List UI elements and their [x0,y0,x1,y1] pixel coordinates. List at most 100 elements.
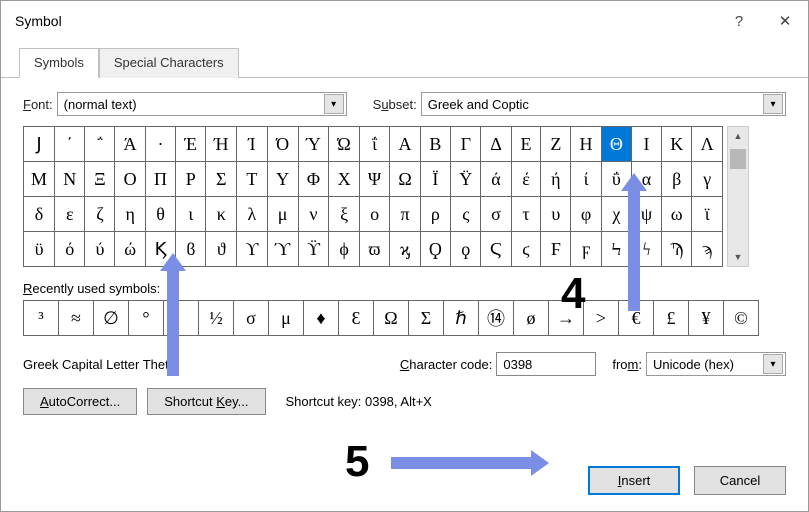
char-cell[interactable]: Β [420,127,450,162]
char-cell[interactable]: λ [237,197,267,232]
char-cell[interactable]: ϒ [237,232,267,267]
char-cell[interactable]: ϖ [359,232,389,267]
char-cell[interactable]: χ [601,197,631,232]
recent-cell[interactable]: ³ [24,301,59,336]
char-cell[interactable]: Ί [237,127,267,162]
recent-cell[interactable]: > [584,301,619,336]
scroll-up-icon[interactable]: ▲ [728,127,748,145]
char-cell[interactable]: Χ [329,162,359,197]
char-cell[interactable]: Λ [692,127,723,162]
recent-cell[interactable]: £ [654,301,689,336]
char-cell[interactable]: ϡ [692,232,723,267]
insert-button[interactable]: Insert [588,466,680,495]
help-button[interactable]: ? [716,1,762,41]
char-cell[interactable]: Ϝ [541,232,571,267]
autocorrect-button[interactable]: AutoCorrect... [23,388,137,415]
char-cell[interactable]: ό [55,232,85,267]
recent-cell[interactable]: ≈ [59,301,94,336]
char-cell[interactable]: Π [145,162,175,197]
char-cell[interactable]: Φ [298,162,329,197]
scroll-track[interactable] [728,145,748,248]
from-select[interactable]: Unicode (hex) ▾ [646,352,786,376]
char-cell[interactable]: Γ [451,127,481,162]
char-cell[interactable]: ϗ [390,232,420,267]
char-cell[interactable]: έ [511,162,541,197]
charcode-input[interactable] [496,352,596,376]
char-cell[interactable]: υ [541,197,571,232]
char-cell[interactable]: Έ [176,127,206,162]
char-cell[interactable]: · [145,127,175,162]
char-cell[interactable]: φ [571,197,601,232]
char-cell[interactable]: Τ [237,162,267,197]
tab-symbols[interactable]: Symbols [19,48,99,78]
char-cell[interactable]: ω [661,197,691,232]
char-cell[interactable]: Ύ [298,127,329,162]
char-cell[interactable]: ί [571,162,601,197]
recent-symbols-grid[interactable]: ³≈∅°½σμ♦ƐΩΣℏ⑭ø→>€£¥© [23,300,759,336]
char-cell[interactable]: ϊ [692,197,723,232]
char-cell[interactable]: Ι [632,127,662,162]
recent-cell[interactable]: ° [129,301,164,336]
char-cell[interactable]: ε [55,197,85,232]
tab-special-characters[interactable]: Special Characters [99,48,239,78]
char-cell[interactable]: ϑ [206,232,237,267]
char-cell[interactable]: Ϊ [420,162,450,197]
char-cell[interactable]: Ό [267,127,298,162]
char-cell[interactable]: ώ [115,232,145,267]
char-cell[interactable]: ϛ [511,232,541,267]
scroll-down-icon[interactable]: ▼ [728,248,748,266]
char-cell[interactable]: ϕ [329,232,359,267]
char-cell[interactable]: ι [176,197,206,232]
char-cell[interactable]: ή [541,162,571,197]
char-cell[interactable]: Ϡ [661,232,691,267]
char-cell[interactable]: ΄ [55,127,85,162]
char-cell[interactable]: ύ [85,232,115,267]
char-cell[interactable]: ξ [329,197,359,232]
char-cell[interactable]: γ [692,162,723,197]
char-cell[interactable]: ρ [420,197,450,232]
char-cell[interactable]: ΅ [85,127,115,162]
char-cell[interactable]: Α [390,127,420,162]
char-cell[interactable]: Ψ [359,162,389,197]
char-cell[interactable]: β [661,162,691,197]
char-cell[interactable]: θ [145,197,175,232]
char-cell[interactable]: μ [267,197,298,232]
char-cell[interactable]: Ή [206,127,237,162]
char-cell[interactable]: Κ [661,127,691,162]
char-cell[interactable]: ϔ [298,232,329,267]
char-cell[interactable]: Δ [481,127,511,162]
recent-cell[interactable]: ø [514,301,549,336]
close-button[interactable]: ✕ [762,1,808,41]
recent-cell[interactable]: ½ [199,301,234,336]
char-cell[interactable]: κ [206,197,237,232]
recent-cell[interactable]: ∅ [94,301,129,336]
char-cell[interactable]: Σ [206,162,237,197]
char-cell[interactable]: Ο [115,162,145,197]
char-cell[interactable]: Η [571,127,601,162]
char-cell[interactable]: Ϙ [420,232,450,267]
char-cell[interactable]: δ [24,197,55,232]
char-cell[interactable]: σ [481,197,511,232]
char-cell[interactable]: Ώ [329,127,359,162]
char-cell[interactable]: Ω [390,162,420,197]
character-grid[interactable]: Ϳ΄΅Ά·ΈΉΊΌΎΏΐΑΒΓΔΕΖΗΘΙΚΛΜΝΞΟΠΡΣΤΥΦΧΨΩΪΫάέ… [23,126,723,267]
char-cell[interactable]: ϙ [451,232,481,267]
recent-cell[interactable]: μ [269,301,304,336]
char-cell[interactable]: Ξ [85,162,115,197]
char-cell[interactable]: ζ [85,197,115,232]
char-cell[interactable]: ϓ [267,232,298,267]
font-select[interactable]: (normal text) ▾ [57,92,347,116]
recent-cell[interactable]: ℏ [444,301,479,336]
char-cell[interactable]: Ϟ [601,232,631,267]
char-cell[interactable]: Ζ [541,127,571,162]
recent-cell[interactable]: ⑭ [479,301,514,336]
char-cell[interactable]: τ [511,197,541,232]
char-cell[interactable]: ϝ [571,232,601,267]
recent-cell[interactable]: Σ [409,301,444,336]
char-cell[interactable]: Ϛ [481,232,511,267]
char-cell[interactable]: Ε [511,127,541,162]
char-cell[interactable]: π [390,197,420,232]
char-cell[interactable]: Ϋ [451,162,481,197]
char-cell[interactable]: η [115,197,145,232]
shortcut-key-button[interactable]: Shortcut Key... [147,388,265,415]
